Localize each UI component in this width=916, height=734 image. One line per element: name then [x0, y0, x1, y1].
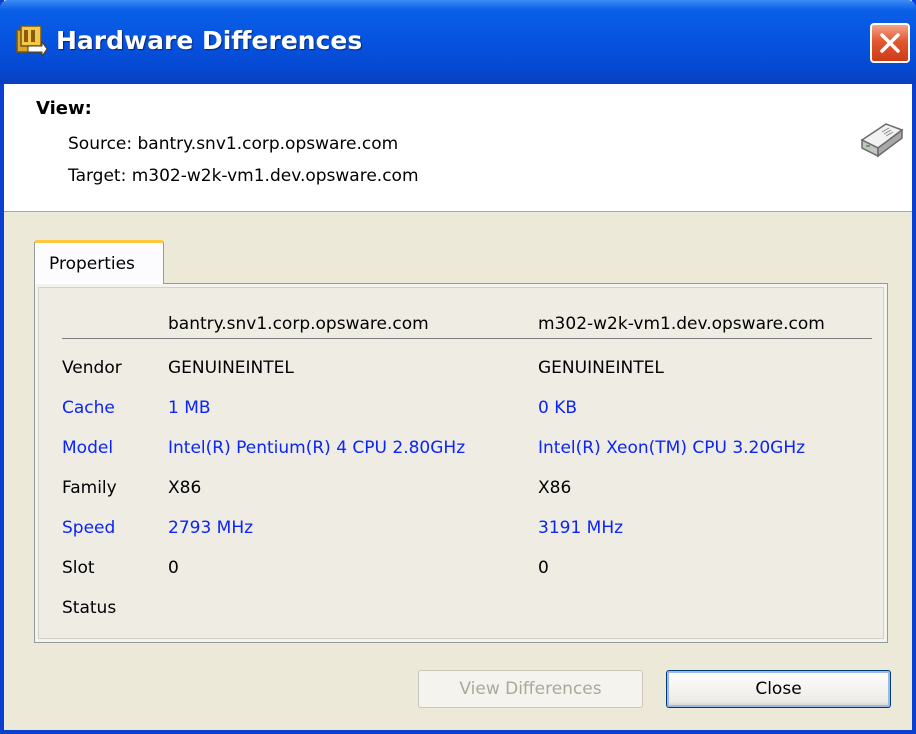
cell-model-target: Intel(R) Xeon(TM) CPU 3.20GHz	[538, 438, 805, 458]
source-server-text: Source: bantry.snv1.corp.opsware.com	[68, 134, 398, 154]
cell-family-source: X86	[168, 478, 201, 498]
cell-slot-source: 0	[168, 558, 179, 578]
target-server-text: Target: m302-w2k-vm1.dev.opsware.com	[68, 166, 419, 186]
tab-properties-label: Properties	[49, 254, 135, 274]
row-label-cache: Cache	[62, 398, 115, 418]
column-header-target: m302-w2k-vm1.dev.opsware.com	[538, 314, 825, 334]
row-label-vendor: Vendor	[62, 358, 122, 378]
hardware-compare-icon	[14, 24, 48, 58]
window-title: Hardware Differences	[56, 26, 362, 55]
properties-table	[38, 287, 884, 639]
row-label-model: Model	[62, 438, 113, 458]
cell-model-source: Intel(R) Pentium(R) 4 CPU 2.80GHz	[168, 438, 465, 458]
row-label-slot: Slot	[62, 558, 95, 578]
view-heading: View:	[36, 98, 92, 119]
server-icon	[856, 118, 906, 160]
cell-cache-source: 1 MB	[168, 398, 211, 418]
close-icon	[879, 32, 901, 54]
cell-vendor-target: GENUINEINTEL	[538, 358, 664, 378]
view-differences-button[interactable]: View Differences	[418, 670, 643, 708]
header-divider	[62, 338, 872, 339]
cell-speed-source: 2793 MHz	[168, 518, 253, 538]
row-label-family: Family	[62, 478, 117, 498]
row-label-status: Status	[62, 598, 116, 618]
cell-family-target: X86	[538, 478, 571, 498]
tab-properties[interactable]: Properties	[34, 240, 164, 284]
title-bar[interactable]: Hardware Differences	[0, 0, 916, 84]
close-button[interactable]: Close	[666, 670, 891, 708]
cell-vendor-source: GENUINEINTEL	[168, 358, 294, 378]
cell-cache-target: 0 KB	[538, 398, 577, 418]
close-window-button[interactable]	[870, 23, 910, 63]
column-header-source: bantry.snv1.corp.opsware.com	[168, 314, 429, 334]
cell-speed-target: 3191 MHz	[538, 518, 623, 538]
row-label-speed: Speed	[62, 518, 115, 538]
cell-slot-target: 0	[538, 558, 549, 578]
